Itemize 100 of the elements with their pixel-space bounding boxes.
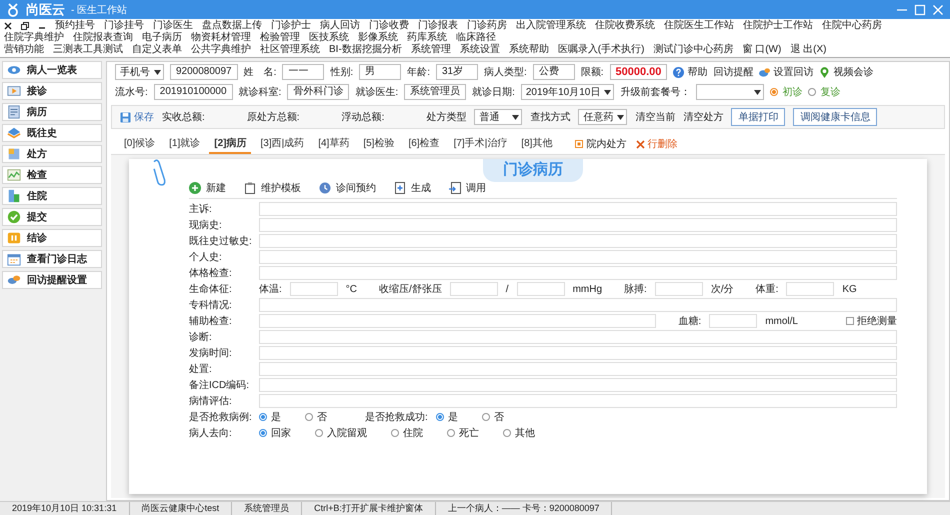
- menu-item[interactable]: 门诊收费: [369, 20, 409, 32]
- input-field[interactable]: [259, 202, 897, 216]
- menu-item[interactable]: 住院医生工作站: [664, 20, 734, 32]
- radio-button[interactable]: [503, 429, 511, 437]
- input-field[interactable]: 公费: [532, 64, 575, 80]
- sidebar-item[interactable]: 既往史: [2, 124, 102, 142]
- action-link[interactable]: 维护模板: [261, 181, 301, 195]
- menu-item[interactable]: 盘点数据上传: [202, 20, 262, 32]
- tab[interactable]: [1]就诊: [164, 134, 206, 154]
- menu-item[interactable]: 公共字典维护: [191, 44, 251, 56]
- menu-item[interactable]: 营销功能: [4, 44, 44, 56]
- radio-button[interactable]: [447, 429, 455, 437]
- input-field[interactable]: [654, 282, 703, 296]
- sidebar-item[interactable]: 查看门诊日志: [2, 250, 102, 268]
- input-field[interactable]: 骨外科门诊: [287, 84, 350, 100]
- input-field[interactable]: [709, 314, 758, 328]
- menu-item[interactable]: 门诊报表: [418, 20, 458, 32]
- input-field[interactable]: 201910100000: [154, 84, 233, 100]
- link[interactable]: 视频会诊: [833, 65, 874, 79]
- sidebar-item[interactable]: 结诊: [2, 229, 102, 247]
- delete-row-link[interactable]: 行删除: [647, 137, 678, 151]
- sidebar-item[interactable]: 处方: [2, 145, 102, 163]
- radio-button[interactable]: [259, 429, 267, 437]
- menu-item[interactable]: 退 出(X): [790, 44, 826, 56]
- menu-item[interactable]: 病人回访: [320, 20, 360, 32]
- input-field[interactable]: [259, 298, 897, 312]
- menu-item[interactable]: 出入院管理系统: [516, 20, 586, 32]
- link[interactable]: 设置回访: [773, 65, 814, 79]
- dropdown[interactable]: 2019年10月10日: [520, 84, 614, 100]
- action-link[interactable]: 调用: [466, 181, 486, 195]
- input-field[interactable]: [786, 282, 834, 296]
- dropdown[interactable]: 任意药: [578, 109, 628, 125]
- menu-item[interactable]: 住院中心药房: [822, 20, 882, 32]
- dropdown[interactable]: 普通: [474, 109, 522, 125]
- sidebar-item[interactable]: 接诊: [2, 82, 102, 100]
- sidebar-item[interactable]: 检查: [2, 166, 102, 184]
- link[interactable]: 清空处方: [683, 110, 724, 124]
- sidebar-item[interactable]: 提交: [2, 208, 102, 226]
- sidebar-item[interactable]: 病历: [2, 103, 102, 121]
- menu-item[interactable]: 医嘱录入(手术执行): [558, 44, 644, 56]
- radio-button[interactable]: [259, 413, 267, 421]
- input-field[interactable]: [259, 250, 897, 264]
- input-field[interactable]: [259, 330, 897, 344]
- menu-item[interactable]: 住院字典维护: [4, 32, 64, 44]
- menu-item[interactable]: 医技系统: [309, 32, 349, 44]
- toolbar-button[interactable]: 单据打印: [731, 108, 786, 126]
- menu-item[interactable]: 住院护士工作站: [743, 20, 813, 32]
- sidebar-item[interactable]: 病人一览表: [2, 61, 102, 79]
- toolbar-button[interactable]: 调阅健康卡信息: [793, 108, 878, 126]
- menu-item[interactable]: 物资耗材管理: [191, 32, 251, 44]
- input-field[interactable]: [259, 378, 897, 392]
- menu-item[interactable]: 检验管理: [260, 32, 300, 44]
- menu-item[interactable]: 社区管理系统: [260, 44, 320, 56]
- radio-button[interactable]: [436, 413, 444, 421]
- menu-item[interactable]: 住院报表查询: [73, 32, 133, 44]
- maximize-icon[interactable]: [914, 4, 926, 16]
- menu-item[interactable]: BI-数据挖掘分析: [329, 44, 402, 56]
- input-field[interactable]: [516, 282, 565, 296]
- input-field[interactable]: [259, 314, 656, 328]
- tab[interactable]: [8]其他: [516, 134, 558, 154]
- menu-item[interactable]: 自定义表单: [132, 44, 182, 56]
- menu-item[interactable]: 三测表工具测试: [53, 44, 123, 56]
- menu-item[interactable]: 门诊医生: [153, 20, 193, 32]
- radio-button[interactable]: [482, 413, 490, 421]
- radio-button[interactable]: [391, 429, 399, 437]
- link[interactable]: 清空当前: [635, 110, 676, 124]
- menu-item[interactable]: 窗 口(W): [742, 44, 782, 56]
- input-field[interactable]: [450, 282, 498, 296]
- checkbox[interactable]: [575, 140, 584, 148]
- menu-item[interactable]: 门诊护士: [271, 20, 311, 32]
- menu-item[interactable]: 门诊药房: [467, 20, 507, 32]
- restore-icon[interactable]: [21, 22, 29, 30]
- menu-item[interactable]: 电子病历: [142, 32, 182, 44]
- sidebar-item[interactable]: 住院: [2, 187, 102, 205]
- dropdown[interactable]: [696, 84, 764, 100]
- input-field[interactable]: [259, 266, 897, 280]
- tab[interactable]: [5]检验: [358, 134, 400, 154]
- dropdown[interactable]: 手机号: [115, 64, 164, 80]
- tab[interactable]: [3]西|成药: [255, 134, 310, 154]
- input-field[interactable]: [259, 234, 897, 248]
- radio-button[interactable]: [315, 429, 323, 437]
- menu-item[interactable]: 影像系统: [358, 32, 398, 44]
- tab[interactable]: [0]候诊: [119, 134, 160, 154]
- radio-button[interactable]: [305, 413, 313, 421]
- menu-item[interactable]: 药库系统: [407, 32, 447, 44]
- input-field[interactable]: 31岁: [436, 64, 478, 80]
- help-link[interactable]: 帮助: [687, 65, 708, 79]
- input-field[interactable]: [259, 218, 897, 232]
- input-field[interactable]: [290, 282, 338, 296]
- input-field[interactable]: 一一: [282, 64, 324, 80]
- tab[interactable]: [7]手术|治疗: [448, 134, 512, 154]
- action-link[interactable]: 新建: [206, 181, 226, 195]
- input-field[interactable]: 男: [359, 64, 402, 80]
- checkbox[interactable]: [846, 317, 854, 325]
- menu-item[interactable]: 系统设置: [460, 44, 500, 56]
- input-field[interactable]: 系统管理员: [404, 84, 466, 100]
- input-field[interactable]: 9200080097: [170, 64, 238, 80]
- menu-item[interactable]: 住院收费系统: [595, 20, 655, 32]
- menu-item[interactable]: 预约挂号: [55, 20, 95, 32]
- input-field[interactable]: [259, 346, 897, 360]
